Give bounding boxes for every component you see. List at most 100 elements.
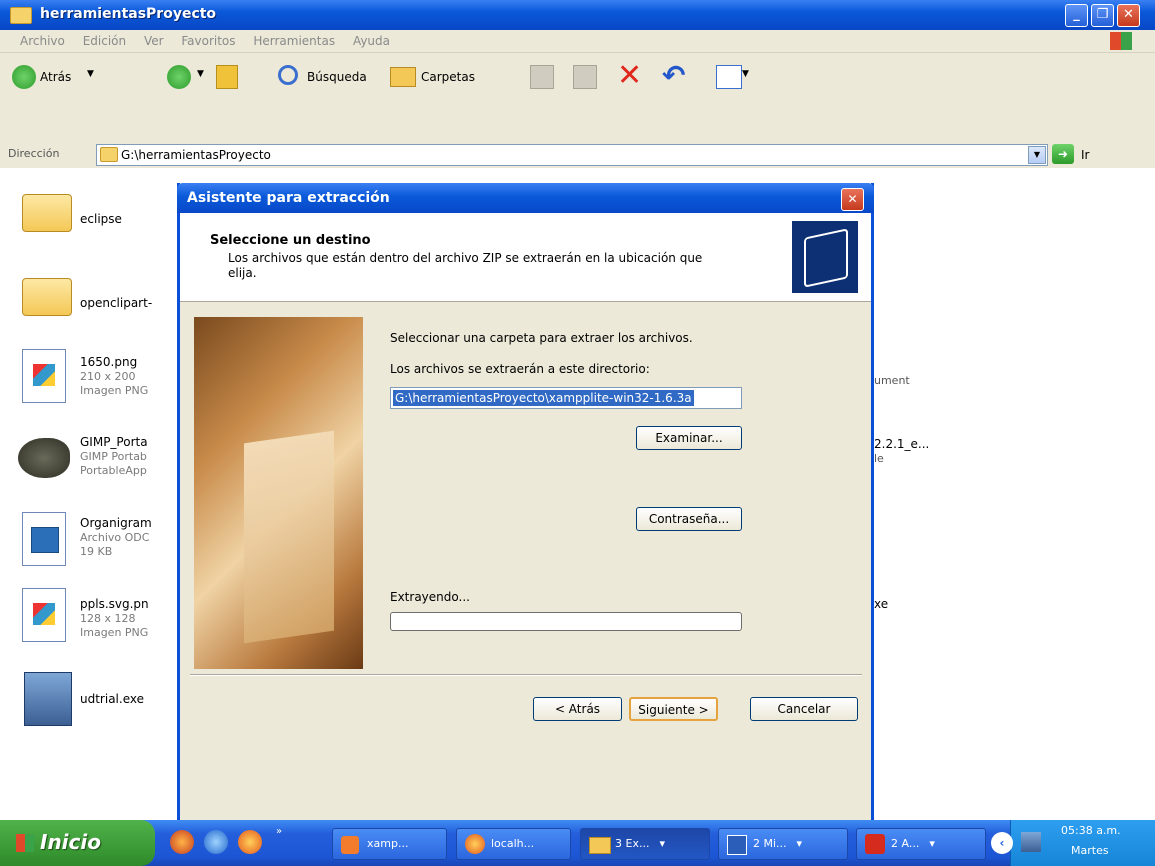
menu-ayuda[interactable]: Ayuda	[353, 34, 390, 48]
menu-ver[interactable]: Ver	[144, 34, 164, 48]
task-label: localh...	[491, 837, 535, 850]
address-dropdown-icon[interactable]: ▼	[1028, 146, 1046, 164]
quicklaunch-app-icon[interactable]	[170, 830, 194, 854]
file-detail: GIMP Portab	[80, 450, 147, 463]
task-label: 2 Mi...	[753, 837, 787, 850]
destination-value: G:\herramientasProyecto\xampplite-win32-…	[393, 390, 694, 406]
firefox-icon	[465, 834, 485, 854]
folder-icon	[589, 837, 611, 854]
dialog-title: Asistente para extracción	[187, 190, 390, 206]
file-detail-fragment: le	[874, 452, 884, 465]
firefox-icon[interactable]	[238, 830, 262, 854]
installer-exe-icon[interactable]	[24, 672, 72, 726]
menu-herramientas[interactable]: Herramientas	[253, 34, 335, 48]
file-name[interactable]: 1650.png	[80, 355, 137, 369]
back-button-label[interactable]: Atrás	[40, 70, 71, 84]
file-detail: Archivo ODC	[80, 531, 150, 544]
go-arrow-icon[interactable]: ➜	[1052, 144, 1074, 164]
back-button[interactable]: < Atrás	[533, 697, 622, 721]
file-name[interactable]: GIMP_Porta	[80, 435, 148, 449]
search-button-label[interactable]: Búsqueda	[307, 70, 367, 84]
next-button[interactable]: Siguiente >	[629, 697, 718, 721]
address-input[interactable]: G:\herramientasProyecto ▼	[96, 144, 1048, 166]
quicklaunch-expand-icon[interactable]: »	[276, 826, 282, 837]
up-folder-icon[interactable]	[216, 65, 238, 89]
file-name[interactable]: ppls.svg.pn	[80, 597, 149, 611]
file-name-fragment[interactable]: xe	[874, 597, 888, 611]
back-dropdown-icon[interactable]: ▼	[87, 69, 94, 79]
views-dropdown-icon[interactable]: ▼	[742, 69, 749, 79]
file-name[interactable]: udtrial.exe	[80, 692, 144, 706]
dialog-heading: Seleccione un destino	[210, 233, 371, 248]
tray-expand-icon[interactable]: ‹	[991, 832, 1013, 854]
start-button[interactable]: Inicio	[0, 820, 155, 866]
search-icon[interactable]	[278, 65, 298, 85]
dialog-close-button[interactable]: ✕	[841, 188, 864, 211]
task-word-group[interactable]: 2 Mi... ▾	[718, 828, 848, 860]
password-button[interactable]: Contraseña...	[636, 507, 742, 531]
menu-archivo[interactable]: Archivo	[20, 34, 65, 48]
minimize-button[interactable]: _	[1065, 4, 1088, 27]
start-label: Inicio	[40, 830, 101, 854]
wizard-folder-graphic	[194, 317, 363, 669]
file-name[interactable]: Organigram	[80, 516, 152, 530]
cancel-button[interactable]: Cancelar	[750, 697, 858, 721]
png-image-icon[interactable]	[22, 349, 66, 403]
file-name-fragment[interactable]: 2.2.1_e...	[874, 437, 929, 451]
window-title-bar[interactable]: herramientasProyecto _ ❐ ✕	[0, 0, 1155, 30]
forward-arrow-icon[interactable]	[167, 65, 191, 89]
document-icon	[727, 835, 747, 855]
windows-logo-icon	[1110, 32, 1132, 50]
copy-to-icon[interactable]	[573, 65, 597, 89]
folder-icon[interactable]	[22, 194, 72, 232]
task-label: xamp...	[367, 837, 409, 850]
destination-label: Los archivos se extraerán a este directo…	[390, 362, 650, 376]
views-icon[interactable]	[716, 65, 742, 89]
file-name[interactable]: openclipart-	[80, 296, 152, 310]
browse-button[interactable]: Examinar...	[636, 426, 742, 450]
task-label: 2 A...	[891, 837, 920, 850]
internet-explorer-icon[interactable]	[204, 830, 228, 854]
folders-icon[interactable]	[390, 67, 416, 87]
close-button[interactable]: ✕	[1117, 4, 1140, 27]
file-type: Imagen PNG	[80, 384, 149, 397]
toolbar-spacer	[0, 101, 1155, 140]
network-icon[interactable]	[1021, 832, 1041, 852]
folder-icon[interactable]	[22, 278, 72, 316]
system-tray: ‹ 05:38 a.m. Martes	[991, 820, 1155, 866]
undo-icon[interactable]: ↶	[662, 61, 685, 91]
clock-day[interactable]: Martes	[1071, 844, 1109, 857]
gimp-icon[interactable]	[18, 438, 70, 478]
file-name[interactable]: eclipse	[80, 212, 122, 226]
task-explorer-group[interactable]: 3 Ex... ▾	[580, 828, 710, 860]
windows-flag-icon	[16, 834, 34, 852]
go-button-label[interactable]: Ir	[1081, 148, 1089, 162]
destination-input[interactable]: G:\herramientasProyecto\xampplite-win32-…	[390, 387, 742, 409]
forward-dropdown-icon[interactable]: ▼	[197, 69, 204, 79]
menu-favoritos[interactable]: Favoritos	[181, 34, 235, 48]
address-path: G:\herramientasProyecto	[121, 148, 271, 162]
menu-edicion[interactable]: Edición	[83, 34, 126, 48]
back-arrow-icon[interactable]	[12, 65, 36, 89]
dialog-divider	[190, 674, 862, 676]
extracting-label: Extrayendo...	[390, 590, 470, 604]
select-folder-text: Seleccionar una carpeta para extraer los…	[390, 331, 693, 345]
file-type: PortableApp	[80, 464, 147, 477]
folder-icon	[10, 7, 32, 24]
delete-icon[interactable]: ✕	[617, 59, 642, 93]
dialog-title-bar[interactable]: Asistente para extracción ✕	[177, 183, 874, 213]
task-xampp[interactable]: xamp...	[332, 828, 447, 860]
extraction-progress-bar	[390, 612, 742, 631]
clock-time[interactable]: 05:38 a.m.	[1061, 824, 1121, 837]
png-image-icon[interactable]	[22, 588, 66, 642]
folders-button-label[interactable]: Carpetas	[421, 70, 475, 84]
maximize-button[interactable]: ❐	[1091, 4, 1114, 27]
file-type: Imagen PNG	[80, 626, 149, 639]
task-acrobat-group[interactable]: 2 A... ▾	[856, 828, 986, 860]
dialog-header: Seleccione un destino Los archivos que e…	[180, 213, 871, 302]
odc-document-icon[interactable]	[22, 512, 66, 566]
file-detail: 128 x 128	[80, 612, 136, 625]
move-to-icon[interactable]	[530, 65, 554, 89]
task-localhost[interactable]: localh...	[456, 828, 571, 860]
file-detail-fragment: ument	[874, 374, 910, 387]
